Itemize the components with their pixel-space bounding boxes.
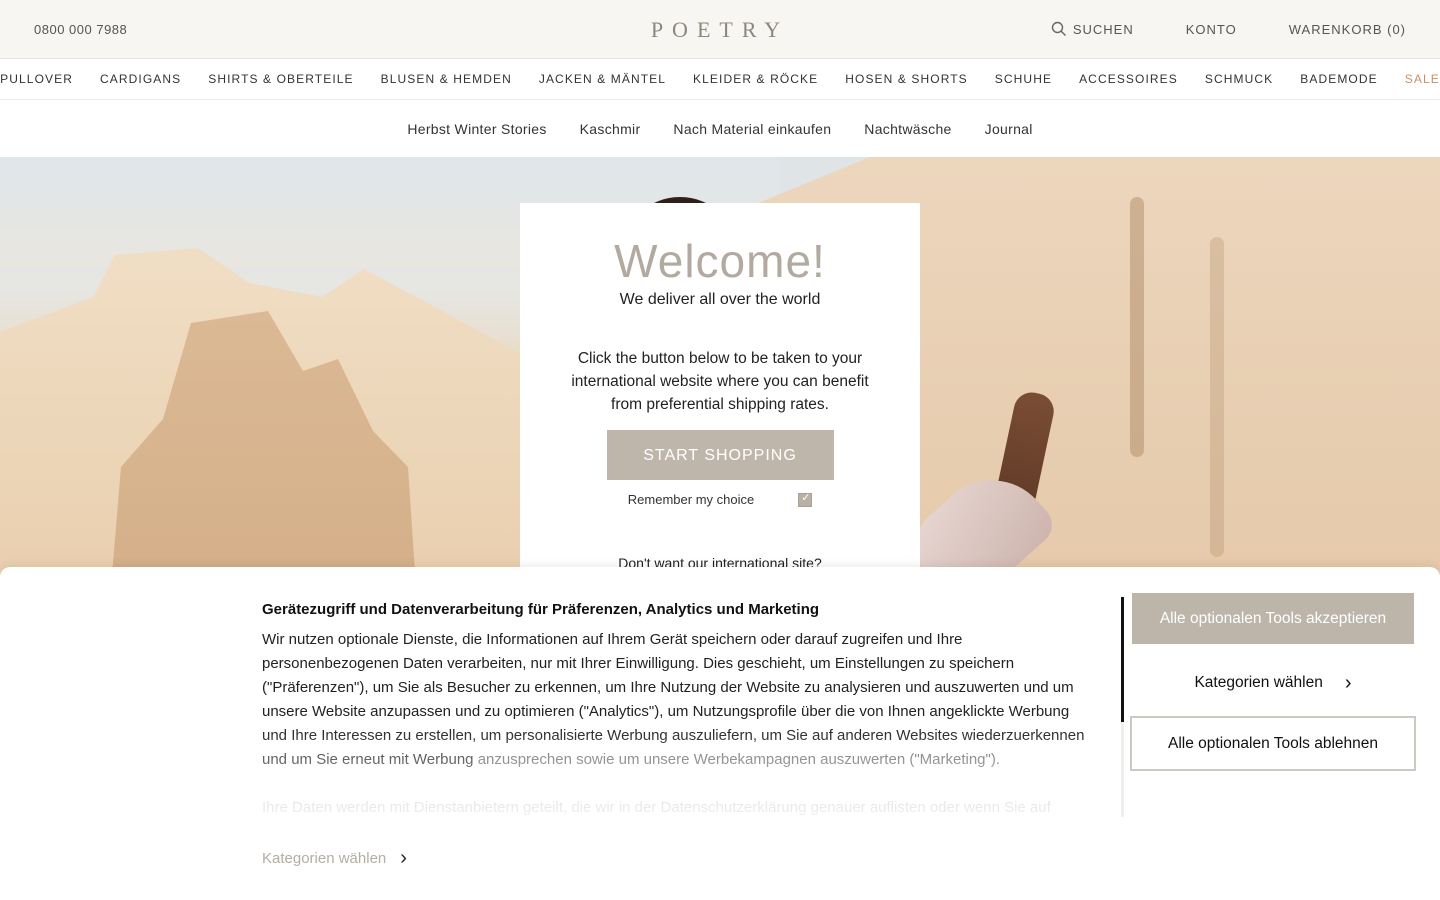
account-link[interactable]: KONTO <box>1186 22 1237 37</box>
nav-item-kleider[interactable]: KLEIDER & RÖCKE <box>693 72 818 86</box>
remember-choice-row[interactable]: Remember my choice ✓ <box>520 492 920 507</box>
cookie-text-faded: anzusprechen sowie um unsere Werbekampag… <box>477 751 1000 768</box>
nav-item-blusen[interactable]: BLUSEN & HEMDEN <box>381 72 512 86</box>
international-welcome-modal: Welcome! We deliver all over the world C… <box>520 203 920 623</box>
brand-logo[interactable]: POETRY <box>651 17 789 43</box>
accept-all-button[interactable]: Alle optionalen Tools akzeptieren <box>1132 593 1414 644</box>
cookie-text-more: Ihre Daten werden mit Dienstanbietern ge… <box>262 799 1051 816</box>
chevron-right-icon: › <box>400 847 407 869</box>
nav-item-material[interactable]: Nach Material einkaufen <box>673 121 831 137</box>
choose-categories-label: Kategorien wählen <box>1194 674 1323 691</box>
nav-item-kaschmir[interactable]: Kaschmir <box>580 121 641 137</box>
modal-title: Welcome! <box>614 235 826 287</box>
choose-categories-button[interactable]: Kategorien wählen › <box>1132 659 1414 707</box>
hero-wall-stain <box>1210 237 1224 557</box>
cookie-description: Wir nutzen optionale Dienste, die Inform… <box>262 628 1097 772</box>
decline-all-button[interactable]: Alle optionalen Tools ablehnen <box>1130 716 1416 771</box>
nav-item-herbst-winter[interactable]: Herbst Winter Stories <box>407 121 546 137</box>
nav-item-pullover[interactable]: PULLOVER <box>0 72 73 86</box>
nav-item-hosen[interactable]: HOSEN & SHORTS <box>845 72 968 86</box>
nav-item-bademode[interactable]: BADEMODE <box>1300 72 1377 86</box>
phone-number[interactable]: 0800 000 7988 <box>34 22 127 37</box>
nav-item-nachtwaesche[interactable]: Nachtwäsche <box>864 121 951 137</box>
nav-item-schmuck[interactable]: SCHMUCK <box>1205 72 1273 86</box>
hero-wall-stain <box>1130 197 1144 457</box>
search-label: SUCHEN <box>1072 21 1134 37</box>
remember-choice-label: Remember my choice <box>627 492 755 507</box>
top-header: 0800 000 7988 POETRY SUCHEN KONTO WARENK… <box>0 0 1440 58</box>
remember-choice-checkbox[interactable]: ✓ <box>798 491 813 507</box>
modal-description: Click the button below to be taken to yo… <box>571 350 869 413</box>
search-link[interactable]: SUCHEN <box>1051 21 1134 37</box>
cookie-title: Gerätezugriff und Datenverarbeitung für … <box>262 601 820 618</box>
nav-item-sale[interactable]: SALE <box>1405 72 1440 86</box>
nav-item-shirts[interactable]: SHIRTS & OBERTEILE <box>208 72 353 86</box>
cookie-categories-link[interactable]: Kategorien wählen › <box>262 847 407 869</box>
primary-nav: PULLOVER CARDIGANS SHIRTS & OBERTEILE BL… <box>0 58 1440 99</box>
header-actions: SUCHEN KONTO WARENKORB (0) <box>1051 21 1406 37</box>
start-shopping-button[interactable]: START SHOPPING <box>606 430 834 480</box>
search-icon <box>1051 21 1067 37</box>
cookie-scrollbar-thumb[interactable] <box>1121 597 1124 722</box>
nav-item-accessoires[interactable]: ACCESSOIRES <box>1079 72 1178 86</box>
cookie-categories-link-label: Kategorien wählen <box>262 850 387 867</box>
nav-item-jacken[interactable]: JACKEN & MÄNTEL <box>539 72 666 86</box>
cookie-text-main: Wir nutzen optionale Dienste, die Inform… <box>262 631 1085 768</box>
cookie-consent-banner: Gerätezugriff und Datenverarbeitung für … <box>0 567 1440 900</box>
chevron-right-icon: › <box>1344 671 1352 694</box>
cart-link[interactable]: WARENKORB (0) <box>1289 22 1406 37</box>
nav-item-cardigans[interactable]: CARDIGANS <box>100 72 181 86</box>
modal-subtitle: We deliver all over the world <box>619 291 821 308</box>
checkmark-icon: ✓ <box>801 491 811 504</box>
nav-item-journal[interactable]: Journal <box>985 121 1033 137</box>
secondary-nav: Herbst Winter Stories Kaschmir Nach Mate… <box>0 99 1440 157</box>
nav-item-schuhe[interactable]: SCHUHE <box>995 72 1052 86</box>
